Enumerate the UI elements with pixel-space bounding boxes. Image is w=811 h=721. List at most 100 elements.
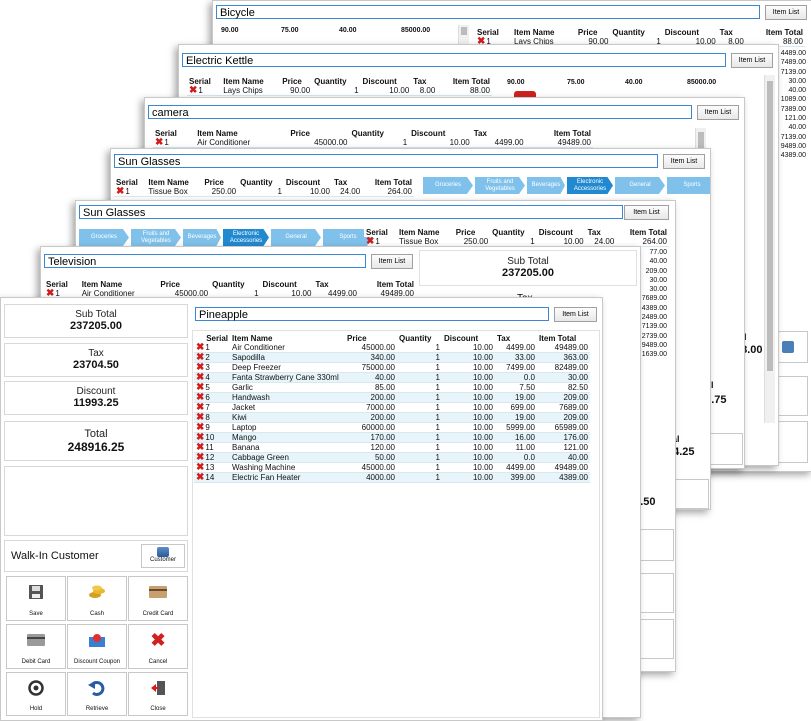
table-row[interactable]: ✖1 Air Conditioner 45000.00 1 10.00 4499… xyxy=(153,138,593,148)
discount-value: 11993.25 xyxy=(73,397,119,409)
debit-card-icon xyxy=(27,634,45,646)
item-list-button[interactable]: Item List xyxy=(697,105,739,120)
item-list-button[interactable]: Item List xyxy=(663,154,705,169)
tab-fruits-vegetables[interactable]: Fruits and Vegetables xyxy=(131,229,181,246)
sub-total-value: 237205.00 xyxy=(70,320,122,332)
delete-icon[interactable]: ✖ xyxy=(155,137,163,148)
table-row[interactable]: ✖13 Washing Machine 45000.00 1 10.00 4499.00 4… xyxy=(194,462,590,473)
col-discount: Discount xyxy=(442,334,495,343)
search-input[interactable]: Television xyxy=(44,254,366,268)
table-row[interactable]: ✖4 Fanta Strawberry Cane 330ml 40.00 1 10.00… xyxy=(194,372,590,383)
category-tabs: Groceries Fruits and Vegetables Beverage… xyxy=(423,177,710,194)
exit-door-icon xyxy=(151,681,165,695)
tab-general[interactable]: General xyxy=(615,177,665,194)
search-input[interactable]: camera xyxy=(148,105,692,119)
cart-table: Serial Item Name Price Quantity Discount… xyxy=(194,334,590,483)
search-input[interactable]: Sun Glasses xyxy=(79,205,623,219)
close-button[interactable]: Close xyxy=(128,672,188,716)
col-quantity: Quantity xyxy=(610,28,663,37)
table-row[interactable]: ✖11 Banana 120.00 1 10.00 11.00 121.00 xyxy=(194,442,590,453)
coins-icon xyxy=(89,585,105,598)
product-scrollbar[interactable] xyxy=(764,75,775,423)
search-input[interactable]: Pineapple xyxy=(195,307,549,321)
search-input[interactable]: Bicycle xyxy=(216,5,760,19)
price-label: 40.00 xyxy=(339,27,357,34)
table-row[interactable]: ✖5 Garlic 85.00 1 10.00 7.50 82.50 xyxy=(194,382,590,393)
col-item-name: Item Name xyxy=(512,28,576,37)
hold-button[interactable]: Hold xyxy=(6,672,66,716)
table-row[interactable]: ✖1 Air Conditioner 45000.00 1 10.00 4499.00 49… xyxy=(194,343,590,353)
item-list-button[interactable]: Item List xyxy=(371,254,413,269)
category-tabs: Groceries Fruits and Vegetables Beverage… xyxy=(79,229,375,246)
total-box: Total 248916.25 xyxy=(4,421,188,461)
table-row[interactable]: ✖8 Kiwi 200.00 1 10.00 19.00 209.00 xyxy=(194,412,590,423)
table-row[interactable]: ✖1 Lays Chips 90.00 1 10.00 8.00 88.00 xyxy=(187,86,492,96)
table-row[interactable]: ✖6 Handwash 200.00 1 10.00 19.00 209.00 xyxy=(194,392,590,403)
delete-icon[interactable]: ✖ xyxy=(189,85,197,96)
search-input[interactable]: Sun Glasses xyxy=(114,154,658,168)
col-tax: Tax xyxy=(717,28,746,37)
tax-box: Tax 23704.50 xyxy=(4,343,188,377)
blank-panel xyxy=(4,466,188,536)
total-label: Total xyxy=(84,428,108,440)
item-list-button[interactable]: Item List xyxy=(765,5,807,20)
tab-groceries[interactable]: Groceries xyxy=(423,177,473,194)
table-row[interactable]: ✖1 Tissue Box 250.00 1 10.00 24.00 264.0… xyxy=(114,187,414,197)
customer-button[interactable]: Customer xyxy=(141,544,185,568)
credit-card-icon xyxy=(149,586,167,598)
delete-icon[interactable]: ✖ xyxy=(116,186,124,197)
tab-sports[interactable]: Sports xyxy=(667,177,710,194)
sub-total-label: Sub Total xyxy=(75,309,117,320)
col-item-total: Item Total xyxy=(537,334,590,343)
customer-name: Walk-In Customer xyxy=(11,550,99,562)
hold-icon xyxy=(28,680,44,696)
tab-beverages[interactable]: Beverages xyxy=(183,229,221,246)
tax-value: 23704.50 xyxy=(73,359,119,371)
tax-label: Tax xyxy=(88,348,104,359)
customer-icon xyxy=(157,547,169,557)
pos-window-main: Sub Total 237205.00 Tax 23704.50 Discoun… xyxy=(0,297,603,721)
table-row[interactable]: ✖9 Laptop 60000.00 1 10.00 5999.00 65989.00 xyxy=(194,422,590,433)
tab-electronic-accessories[interactable]: Electronic Accessories xyxy=(223,229,269,246)
col-price: Price xyxy=(575,28,611,37)
table-row[interactable]: ✖3 Deep Freezer 75000.00 1 10.00 7499.00 82489… xyxy=(194,362,590,373)
table-row[interactable]: ✖2 Sapodilla 340.00 1 10.00 33.00 363.00 xyxy=(194,352,590,363)
undo-arrow-icon xyxy=(88,680,105,696)
price-label: 75.00 xyxy=(281,27,299,34)
table-row[interactable]: ✖14 Electric Fan Heater 4000.00 1 10.00 399.0… xyxy=(194,472,590,483)
debit-card-button[interactable]: Debit Card xyxy=(6,624,66,669)
tab-general[interactable]: General xyxy=(271,229,321,246)
tab-beverages[interactable]: Beverages xyxy=(527,177,565,194)
retrieve-button[interactable]: Retrieve xyxy=(67,672,127,716)
tab-groceries[interactable]: Groceries xyxy=(79,229,129,246)
cart-table: Serial Item Name Price Quantity Discount… xyxy=(187,77,492,96)
cancel-icon: ✖ xyxy=(150,629,166,650)
item-list-button[interactable]: Item List xyxy=(624,205,669,220)
tab-electronic-accessories[interactable]: Electronic Accessories xyxy=(567,177,613,194)
cash-button[interactable]: Cash xyxy=(67,576,127,621)
tab-fruits-vegetables[interactable]: Fruits and Vegetables xyxy=(475,177,525,194)
save-button[interactable]: Save xyxy=(6,576,66,621)
discount-coupon-button[interactable]: Discount Coupon xyxy=(67,624,127,669)
table-row[interactable]: ✖12 Cabbage Green 50.00 1 10.00 0.0 40.00 xyxy=(194,452,590,463)
cancel-button[interactable]: ✖ Cancel xyxy=(128,624,188,669)
credit-card-button[interactable]: Credit Card xyxy=(128,576,188,621)
col-price: Price xyxy=(345,334,397,343)
col-discount: Discount xyxy=(662,28,718,37)
col-tax: Tax xyxy=(495,334,537,343)
search-input[interactable]: Electric Kettle xyxy=(182,53,726,67)
price-label: 90.00 xyxy=(221,27,239,34)
total-value: 248916.25 xyxy=(67,440,125,454)
floppy-disk-icon xyxy=(29,585,43,599)
col-item-name: Item Name xyxy=(230,334,345,343)
table-row[interactable]: ✖7 Jacket 7000.00 1 10.00 699.00 7689.00 xyxy=(194,402,590,413)
cart-table: Serial Item Name Price Quantity Discount… xyxy=(364,228,669,247)
item-list-button[interactable]: Item List xyxy=(554,307,597,322)
customer-panel: Walk-In Customer Customer xyxy=(4,540,188,572)
discount-label: Discount xyxy=(76,386,116,397)
cart-table: Serial Item Name Price Quantity Discount… xyxy=(114,178,414,197)
table-row[interactable]: ✖10 Mango 170.00 1 10.00 16.00 176.00 xyxy=(194,432,590,443)
delete-icon[interactable]: ✖ xyxy=(196,472,204,483)
item-list-button[interactable]: Item List xyxy=(731,53,773,68)
discount-box: Discount 11993.25 xyxy=(4,381,188,415)
